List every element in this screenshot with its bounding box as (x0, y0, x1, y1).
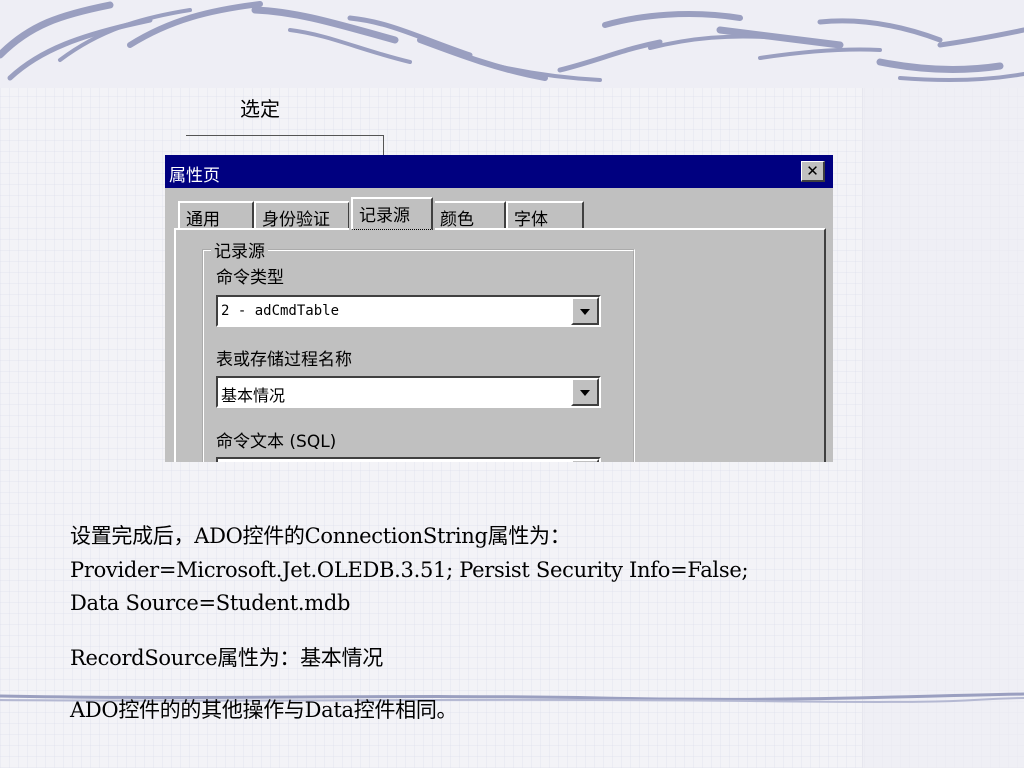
tab-authentication[interactable]: 身份验证 (254, 201, 350, 230)
command-type-value: 2 - adCmdTable (221, 303, 340, 319)
callout-label: 选定 (240, 97, 280, 121)
command-type-dropdown-button[interactable] (571, 297, 599, 325)
tab-font[interactable]: 字体 (506, 201, 584, 230)
body-line-data-source: Data Source=Student.mdb (70, 591, 351, 615)
close-icon: ✕ (806, 162, 819, 180)
body-line-other-operations: ADO控件的的其他操作与Data控件相同。 (70, 698, 458, 722)
tab-label: 字体 (514, 210, 548, 230)
command-text-combobox[interactable] (216, 457, 601, 462)
table-name-combobox[interactable]: 基本情况 (216, 376, 601, 408)
dialog-titlebar: 属性页 ✕ (165, 155, 833, 188)
tab-label: 颜色 (440, 210, 474, 230)
table-name-dropdown-button[interactable] (571, 378, 599, 406)
command-type-label: 命令类型 (216, 268, 284, 288)
body-line-connection-heading: 设置完成后，ADO控件的ConnectionString属性为： (70, 524, 571, 548)
tab-label: 记录源 (359, 206, 410, 226)
command-text-label: 命令文本 (SQL) (216, 432, 337, 452)
body-line-record-source: RecordSource属性为：基本情况 (70, 646, 383, 670)
group-title: 记录源 (211, 237, 268, 262)
dialog-title: 属性页 (169, 166, 220, 186)
tab-record-source[interactable]: 记录源 (349, 195, 435, 232)
table-name-value: 基本情况 (221, 386, 286, 405)
body-line-connection-string: Provider=Microsoft.Jet.OLEDB.3.51; Persi… (70, 558, 749, 582)
close-button[interactable]: ✕ (801, 161, 825, 182)
tab-label: 身份验证 (262, 210, 330, 230)
table-name-label: 表或存储过程名称 (216, 350, 352, 370)
tab-general[interactable]: 通用 (178, 201, 254, 230)
chevron-down-icon (580, 390, 590, 396)
command-text-dropdown-button[interactable] (571, 459, 599, 462)
callout-line (186, 135, 384, 136)
decorative-banner (0, 0, 1024, 88)
tab-color[interactable]: 颜色 (432, 201, 506, 230)
property-page-dialog: 属性页 ✕ 通用 身份验证 记录源 颜色 字体 记录源 命令类型 2 - adC… (165, 155, 833, 462)
chevron-down-icon (580, 309, 590, 315)
tab-label: 通用 (186, 210, 220, 230)
command-type-combobox[interactable]: 2 - adCmdTable (216, 295, 601, 327)
slide-side-panel (862, 88, 1024, 768)
